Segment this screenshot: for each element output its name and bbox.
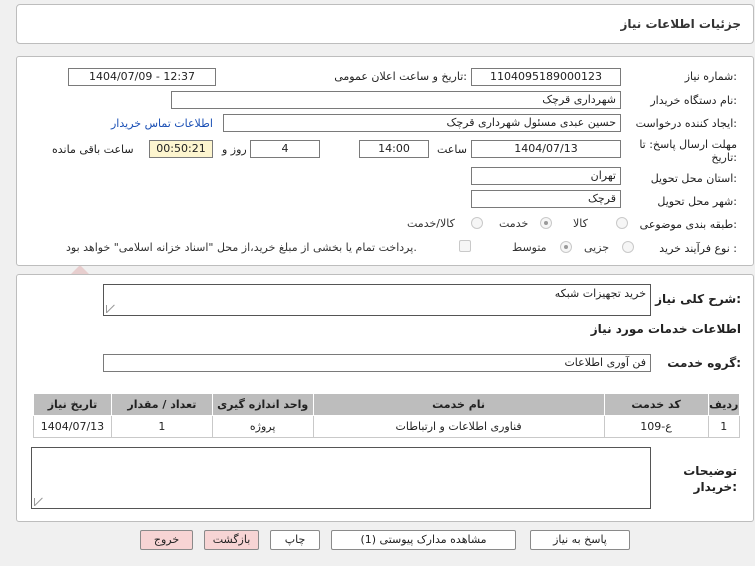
col-service-code: کد خدمت — [603, 393, 709, 416]
buyer-notes-field[interactable] — [31, 447, 651, 509]
category-goods-radio[interactable] — [616, 217, 628, 229]
days-label: روز و — [222, 143, 247, 156]
col-quantity: تعداد / مقدار — [110, 393, 213, 416]
city-field: قرچک — [471, 190, 621, 208]
resize-handle-icon[interactable] — [106, 305, 114, 313]
need-summary-text: خرید تجهیزات شبکه — [554, 287, 646, 300]
col-unit: واحد اندازه گیری — [211, 393, 314, 416]
details-panel — [16, 56, 754, 266]
treasury-payment-note: پرداخت تمام یا بخشی از مبلغ خرید،از محل … — [66, 241, 417, 254]
resize-handle-icon[interactable] — [34, 498, 42, 506]
need-number-label: شماره نیاز: — [684, 70, 737, 83]
cell-row: 1 — [707, 415, 741, 438]
page-title: جزئیات اطلاعات نیاز — [620, 17, 741, 31]
need-summary-label: شرح کلی نیاز: — [655, 292, 741, 306]
view-attachments-button[interactable]: مشاهده مدارک پیوستی (1) — [331, 530, 516, 550]
table-row: 1404/07/13 1 پروژه فناوری اطلاعات و ارتب… — [33, 415, 741, 438]
province-label: استان محل تحویل: — [650, 172, 737, 185]
creator-field: حسین عبدی مسئول شهرداری قرچک — [223, 114, 621, 132]
purchase-medium-label: متوسط — [512, 241, 547, 254]
print-button[interactable]: چاپ — [270, 530, 320, 550]
col-service-name: نام خدمت — [312, 393, 605, 416]
creator-label: ایجاد کننده درخواست: — [635, 117, 737, 130]
purchase-minor-radio[interactable] — [622, 241, 634, 253]
col-need-date: تاریخ نیاز — [33, 393, 112, 416]
table-header-row: تاریخ نیاز تعداد / مقدار واحد اندازه گیر… — [33, 393, 741, 416]
deadline-time-field: 14:00 — [359, 140, 429, 158]
buyer-contact-link[interactable]: اطلاعات تماس خریدار — [111, 117, 213, 130]
category-goods-service-label: کالا/خدمت — [407, 217, 455, 230]
announce-field: 1404/07/09 - 12:37 — [68, 68, 216, 86]
category-goods-label: کالا — [573, 217, 588, 230]
cell-service-code: ع-109 — [603, 415, 709, 438]
need-summary-field: خرید تجهیزات شبکه — [103, 284, 651, 316]
services-section-title: اطلاعات خدمات مورد نیاز — [590, 322, 741, 336]
city-label: شهر محل تحویل: — [657, 195, 737, 208]
deadline-date-field: 1404/07/13 — [471, 140, 621, 158]
cell-quantity: 1 — [110, 415, 213, 438]
announce-label: تاریخ و ساعت اعلان عمومی: — [334, 70, 467, 83]
treasury-payment-checkbox[interactable] — [459, 240, 471, 252]
services-table: تاریخ نیاز تعداد / مقدار واحد اندازه گیر… — [33, 393, 741, 438]
page-header: جزئیات اطلاعات نیاز — [16, 4, 754, 44]
buyer-notes-label-2: خریدار: — [693, 480, 737, 494]
deadline-label: مهلت ارسال پاسخ: تا — [639, 138, 737, 151]
province-field: تهران — [471, 167, 621, 185]
buyer-org-label: نام دستگاه خریدار: — [650, 94, 737, 107]
cell-unit: پروژه — [211, 415, 314, 438]
time-remaining-label: ساعت باقی مانده — [52, 143, 134, 156]
deadline-label-date: تاریخ: — [711, 151, 737, 164]
category-service-radio[interactable] — [540, 217, 552, 229]
time-remaining-field: 00:50:21 — [149, 140, 213, 158]
cell-service-name: فناوری اطلاعات و ارتباطات — [312, 415, 605, 438]
buyer-org-field: شهرداری قرچک — [171, 91, 621, 109]
deadline-time-label: ساعت — [437, 143, 467, 156]
purchase-type-label: نوع فرآیند خرید : — [659, 242, 737, 255]
exit-button[interactable]: خروج — [140, 530, 193, 550]
purchase-medium-radio[interactable] — [560, 241, 572, 253]
cell-need-date: 1404/07/13 — [33, 415, 112, 438]
category-goods-service-radio[interactable] — [471, 217, 483, 229]
days-remaining-field: 4 — [250, 140, 320, 158]
buyer-notes-label: توضیحات — [683, 464, 737, 478]
service-group-field: فن آوری اطلاعات — [103, 354, 651, 372]
need-number-field: 1104095189000123 — [471, 68, 621, 86]
back-button[interactable]: بازگشت — [204, 530, 259, 550]
reply-button[interactable]: پاسخ به نیاز — [530, 530, 630, 550]
category-service-label: خدمت — [499, 217, 529, 230]
purchase-minor-label: جزیی — [584, 241, 610, 254]
category-label: طبقه بندی موضوعی: — [639, 218, 737, 231]
col-row: ردیف — [707, 393, 741, 416]
service-group-label: گروه خدمت: — [667, 356, 741, 370]
